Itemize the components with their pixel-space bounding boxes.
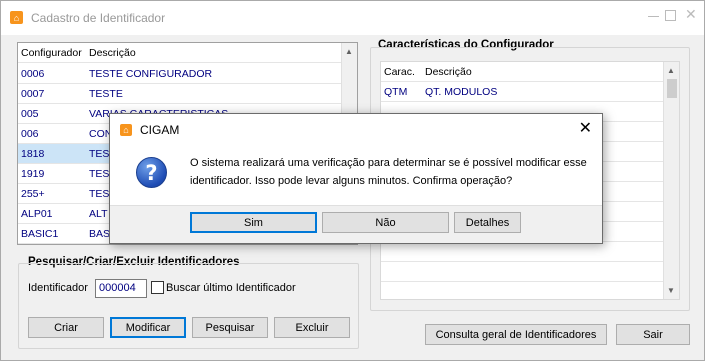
- cell-descricao: TESTE: [89, 88, 123, 100]
- column-header-configurador[interactable]: Configurador: [21, 47, 82, 59]
- title-bar: ⌂ Cadastro de Identificador ✕: [1, 1, 704, 35]
- pesquisar-button[interactable]: Pesquisar: [192, 317, 268, 338]
- table-row[interactable]: QTM QT. MODULOS: [381, 82, 679, 102]
- modificar-button-label: Modificar: [125, 321, 171, 334]
- cell-configurador: BASIC1: [21, 228, 59, 240]
- nao-button[interactable]: Não: [322, 212, 449, 233]
- excluir-button[interactable]: Excluir: [274, 317, 350, 338]
- cell-configurador: 006: [21, 128, 39, 140]
- maximize-button[interactable]: [664, 9, 678, 23]
- minimize-icon: [648, 16, 659, 17]
- detalhes-button-label: Detalhes: [465, 216, 510, 229]
- cell-descricao: TESTE CONFIGURADOR: [89, 68, 213, 80]
- maximize-icon: [665, 10, 676, 21]
- column-header-descricao[interactable]: Descrição: [89, 47, 136, 59]
- detalhes-button[interactable]: Detalhes: [454, 212, 521, 233]
- close-icon: ✕: [578, 120, 592, 137]
- identificador-field[interactable]: 000004: [95, 279, 147, 298]
- cell-configurador: 255+: [21, 188, 45, 200]
- cell-configurador: 0006: [21, 68, 45, 80]
- window-title: Cadastro de Identificador: [31, 11, 166, 25]
- sair-button[interactable]: Sair: [616, 324, 690, 345]
- modificar-button[interactable]: Modificar: [110, 317, 186, 338]
- cell-descricao: TES: [89, 188, 110, 200]
- cell-configurador: 1818: [21, 148, 45, 160]
- cell-descricao: ALT: [89, 208, 108, 220]
- cell-configurador: 005: [21, 108, 39, 120]
- identificador-label: Identificador: [28, 282, 88, 294]
- cigam-logo-icon: ⌂: [120, 124, 132, 136]
- sim-button[interactable]: Sim: [190, 212, 317, 233]
- scroll-thumb[interactable]: [667, 79, 677, 98]
- cell-descricao: TES: [89, 148, 110, 160]
- table-row-empty: [381, 262, 679, 282]
- cell-configurador: ALP01: [21, 208, 53, 220]
- table-row[interactable]: 0006 TESTE CONFIGURADOR: [18, 64, 357, 84]
- excluir-button-label: Excluir: [295, 321, 329, 334]
- buscar-ultimo-checkbox[interactable]: [151, 281, 164, 294]
- consulta-geral-button[interactable]: Consulta geral de Identificadores: [425, 324, 607, 345]
- close-icon: ✕: [685, 6, 697, 22]
- question-icon: ?: [136, 157, 167, 188]
- scroll-up-icon[interactable]: ▲: [667, 66, 675, 75]
- vertical-scrollbar[interactable]: ▲ ▼: [663, 62, 679, 299]
- close-button[interactable]: ✕: [685, 6, 699, 23]
- dialog-message: O sistema realizará uma verificação para…: [190, 157, 587, 187]
- dialog-close-button[interactable]: ✕: [579, 118, 592, 138]
- table-row-empty: [381, 242, 679, 262]
- pesquisar-button-label: Pesquisar: [205, 321, 255, 334]
- cell-configurador: 0007: [21, 88, 45, 100]
- dialog-title: CIGAM: [140, 123, 180, 137]
- minimize-button[interactable]: [647, 9, 661, 23]
- cell-carac: QTM: [384, 86, 408, 98]
- buscar-ultimo-label[interactable]: Buscar último Identificador: [166, 282, 296, 294]
- scroll-down-icon[interactable]: ▼: [667, 286, 675, 295]
- column-header-carac[interactable]: Carac.: [384, 66, 415, 78]
- grid-header-row: Configurador Descrição: [18, 43, 357, 63]
- cigam-logo-icon: ⌂: [10, 11, 23, 24]
- main-window: ⌂ Cadastro de Identificador ✕ Configurad…: [0, 0, 705, 361]
- cell-descricao: QT. MODULOS: [425, 86, 498, 98]
- grid-header-row: Carac. Descrição: [381, 62, 679, 82]
- criar-button[interactable]: Criar: [28, 317, 104, 338]
- cell-descricao: BAS: [89, 228, 111, 240]
- cell-descricao: TES: [89, 168, 110, 180]
- column-header-descricao[interactable]: Descrição: [425, 66, 472, 78]
- sair-label: Sair: [643, 328, 663, 341]
- nao-button-label: Não: [375, 216, 396, 229]
- criar-button-label: Criar: [54, 321, 78, 334]
- consulta-geral-label: Consulta geral de Identificadores: [435, 328, 597, 341]
- cell-configurador: 1919: [21, 168, 45, 180]
- table-row[interactable]: 0007 TESTE: [18, 84, 357, 104]
- scroll-up-icon[interactable]: ▲: [345, 47, 353, 56]
- sim-button-label: Sim: [244, 216, 263, 229]
- confirm-dialog: ⌂ CIGAM ✕ ? O sistema realizará uma veri…: [109, 113, 603, 244]
